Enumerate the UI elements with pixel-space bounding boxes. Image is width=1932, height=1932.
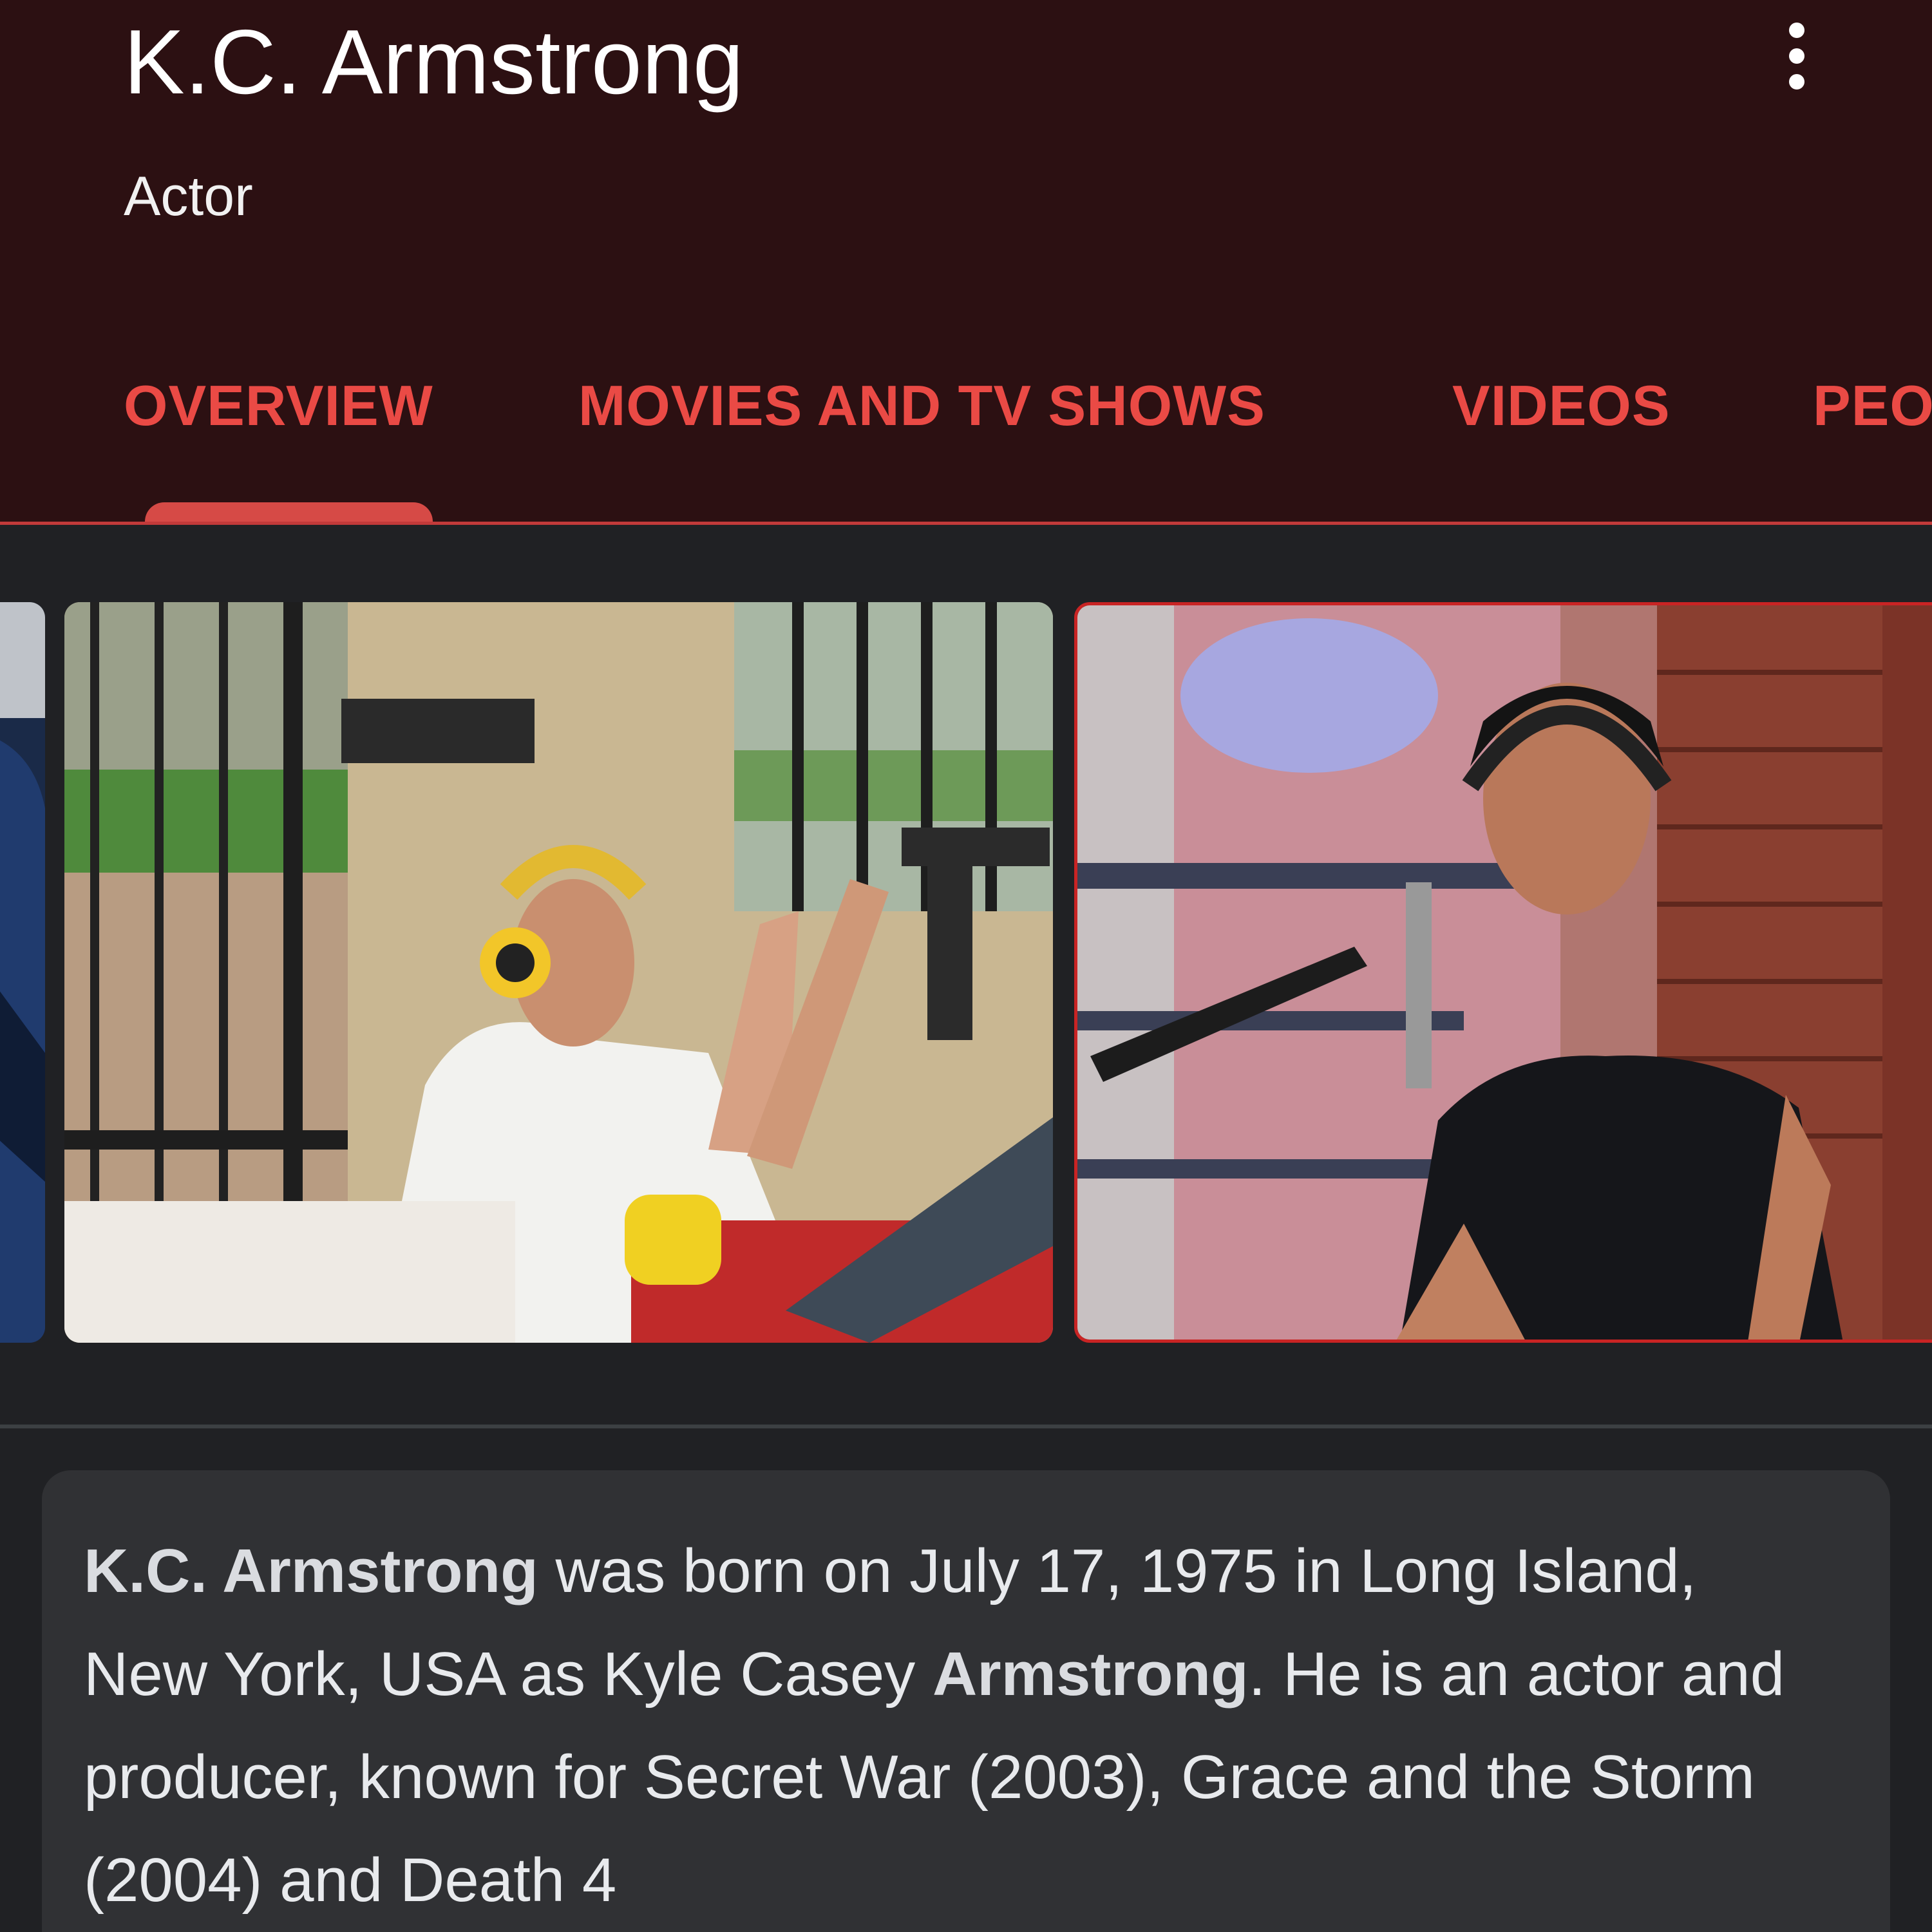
tab-overview[interactable]: OVERVIEW — [124, 367, 433, 444]
more-options-button[interactable] — [1758, 6, 1835, 97]
tab-movies-and-tv-shows[interactable]: MOVIES AND TV SHOWS — [578, 367, 1265, 444]
entity-subtitle: Actor — [124, 166, 253, 227]
tab-videos[interactable]: VIDEOS — [1452, 367, 1671, 444]
tab-bar: OVERVIEW MOVIES AND TV SHOWS VIDEOS PEO — [0, 367, 1932, 444]
section-divider — [0, 1425, 1932, 1428]
description-highlight: Armstrong — [932, 1640, 1249, 1709]
selected-tab-indicator — [145, 502, 433, 522]
image-thumbnail-studio-portrait[interactable] — [1074, 602, 1932, 1343]
entity-description: K.C. Armstrong was born on July 17, 1975… — [84, 1520, 1823, 1932]
description-highlight: K.C. Armstrong — [84, 1537, 538, 1605]
image-thumbnail-radio-studio[interactable] — [64, 602, 1053, 1343]
tab-people[interactable]: PEO — [1813, 367, 1932, 444]
knowledge-panel: K.C. Armstrong Actor OVERVIEW MOVIES AND… — [0, 0, 1932, 1932]
entity-title: K.C. Armstrong — [124, 11, 744, 113]
image-thumbnail-partial[interactable] — [0, 602, 45, 1343]
entity-header: K.C. Armstrong Actor OVERVIEW MOVIES AND… — [0, 0, 1932, 525]
image-carousel — [0, 525, 1932, 1426]
